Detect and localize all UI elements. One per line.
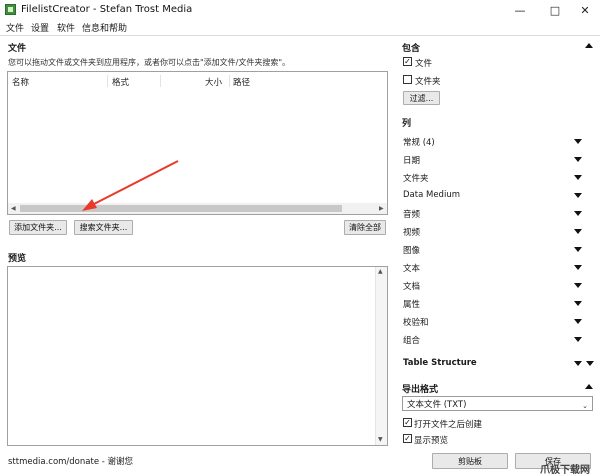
column-group-text[interactable]: 文本: [403, 262, 420, 274]
filter-button[interactable]: 过滤...: [403, 91, 440, 105]
column-group-attributes[interactable]: 属性: [403, 298, 420, 310]
add-folder-button[interactable]: 添加文件夹...: [9, 220, 67, 235]
expand-icon[interactable]: [574, 193, 582, 198]
expand-icon[interactable]: [574, 139, 582, 144]
scroll-right-icon[interactable]: ▶: [379, 205, 384, 212]
expand-icon[interactable]: [574, 157, 582, 162]
column-name[interactable]: 名称: [12, 76, 29, 88]
menu-help[interactable]: 信息和帮助: [82, 21, 127, 34]
expand-icon[interactable]: [574, 283, 582, 288]
expand-icon[interactable]: [574, 265, 582, 270]
column-separator: [107, 75, 108, 87]
show-preview-label: 显示预览: [414, 436, 449, 446]
chevron-down-icon: ⌄: [582, 402, 588, 410]
collapse-up-icon[interactable]: [585, 43, 593, 48]
column-group-folder[interactable]: 文件夹: [403, 172, 429, 184]
expand-icon[interactable]: [574, 229, 582, 234]
files-hint: 您可以拖动文件或文件夹到应用程序，或者你可以点击"添加文件/文件夹搜索"。: [8, 58, 291, 67]
export-format-value: 文本文件 (TXT): [407, 399, 467, 410]
maximize-button[interactable]: □: [540, 0, 570, 20]
open-after-create-checkbox[interactable]: ✓: [403, 418, 412, 427]
watermark: 爪极下载网: [540, 465, 590, 476]
column-separator: [229, 75, 230, 87]
maximize-icon: □: [549, 3, 561, 17]
expand-icon[interactable]: [586, 361, 594, 366]
table-structure-label[interactable]: Table Structure: [403, 358, 477, 368]
column-group-document[interactable]: 文档: [403, 280, 420, 292]
menu-software[interactable]: 软件: [57, 21, 75, 34]
column-separator: [160, 75, 161, 87]
file-list[interactable]: [7, 71, 388, 215]
expand-icon[interactable]: [574, 211, 582, 216]
column-group-video[interactable]: 视频: [403, 226, 420, 238]
search-folder-button[interactable]: 搜索文件夹...: [74, 220, 133, 235]
include-title: 包含: [402, 44, 421, 54]
expand-icon[interactable]: [574, 247, 582, 252]
window-title: FilelistCreator - Stefan Trost Media: [21, 4, 193, 15]
scroll-thumb[interactable]: [20, 205, 342, 212]
column-path[interactable]: 路径: [233, 76, 250, 88]
preview-vscrollbar[interactable]: [375, 267, 387, 445]
column-format[interactable]: 格式: [112, 76, 129, 88]
files-title: 文件: [8, 44, 27, 54]
close-icon: ✕: [580, 3, 590, 17]
status-link[interactable]: sttmedia.com/donate - 谢谢您: [8, 455, 133, 467]
column-group-combination[interactable]: 组合: [403, 334, 420, 346]
clipboard-button[interactable]: 剪贴板: [432, 453, 508, 469]
menu-divider: [0, 35, 600, 36]
preview-title: 预览: [8, 254, 27, 264]
column-group-data-medium[interactable]: Data Medium: [403, 190, 460, 200]
close-button[interactable]: ✕: [570, 0, 600, 20]
columns-title: 列: [402, 119, 412, 129]
menu-settings[interactable]: 设置: [31, 21, 49, 34]
include-files-label: 文件: [415, 59, 433, 69]
export-title: 导出格式: [402, 385, 439, 395]
column-size[interactable]: 大小: [205, 76, 222, 88]
include-files-checkbox[interactable]: ✓: [403, 57, 412, 66]
column-group-audio[interactable]: 音频: [403, 208, 420, 220]
column-group-checksum[interactable]: 校验和: [403, 316, 429, 328]
expand-icon[interactable]: [574, 361, 582, 366]
open-after-create-label: 打开文件之后创建: [414, 420, 483, 430]
minimize-icon: —: [514, 3, 526, 17]
include-folders-checkbox[interactable]: [403, 75, 412, 84]
menu-file[interactable]: 文件: [6, 21, 24, 34]
column-group-date[interactable]: 日期: [403, 154, 420, 166]
expand-icon[interactable]: [574, 319, 582, 324]
expand-icon[interactable]: [574, 301, 582, 306]
expand-icon[interactable]: [574, 337, 582, 342]
minimize-button[interactable]: —: [505, 0, 535, 20]
collapse-up-icon[interactable]: [585, 384, 593, 389]
expand-icon[interactable]: [574, 175, 582, 180]
clear-all-button[interactable]: 清除全部: [344, 220, 386, 235]
preview-area[interactable]: [7, 266, 388, 446]
scroll-left-icon[interactable]: ◀: [11, 205, 16, 212]
scroll-down-icon[interactable]: ▼: [378, 436, 383, 443]
scroll-up-icon[interactable]: ▲: [378, 268, 383, 275]
show-preview-checkbox[interactable]: ✓: [403, 434, 412, 443]
column-group-image[interactable]: 图像: [403, 244, 420, 256]
include-folders-label: 文件夹: [415, 77, 441, 87]
app-icon: [5, 4, 16, 15]
column-group-general[interactable]: 常规 (4): [403, 136, 435, 148]
export-format-select[interactable]: 文本文件 (TXT) ⌄: [402, 396, 593, 411]
